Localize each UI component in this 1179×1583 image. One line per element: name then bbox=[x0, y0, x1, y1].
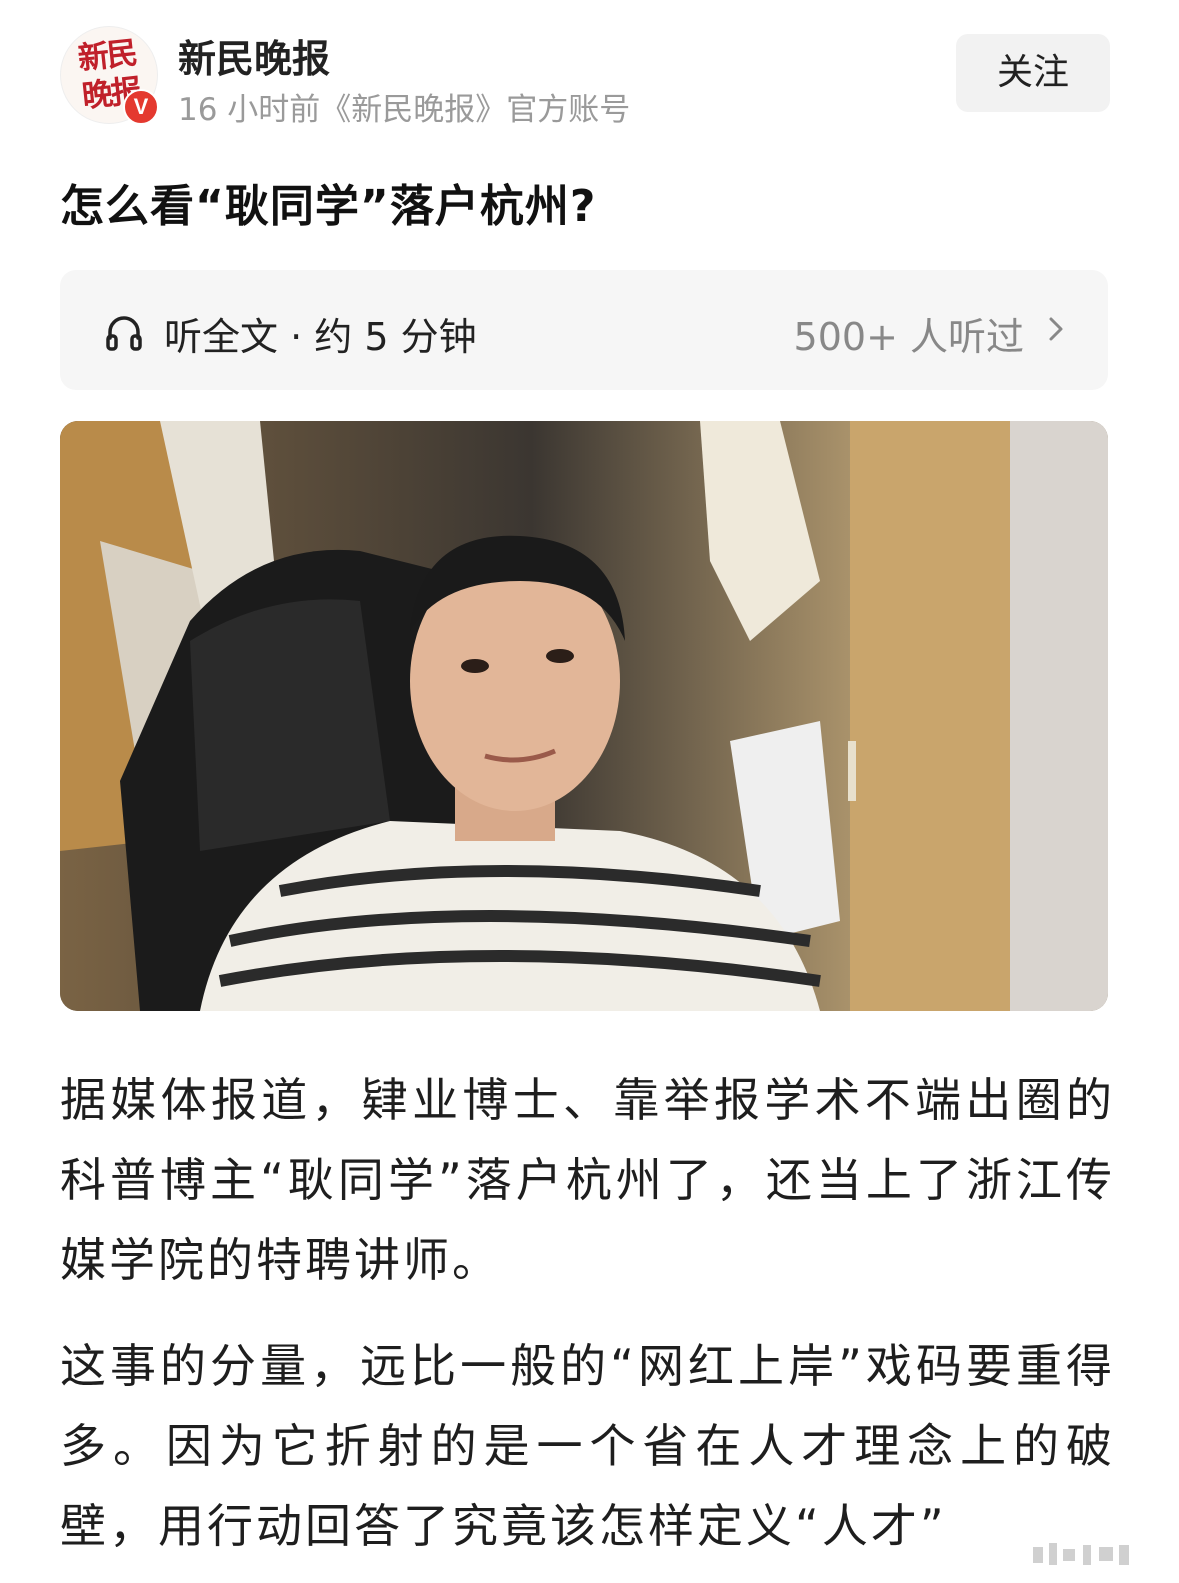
article-title: 怎么看“耿同学”落户杭州? bbox=[60, 181, 597, 232]
listen-full-text-bar[interactable]: 听全文 · 约 5 分钟 500+ 人听过 bbox=[60, 270, 1108, 390]
account-name[interactable]: 新民晚报 bbox=[178, 28, 330, 83]
article-header: 新民 晚报 V 新民晚报 16 小时前《新民晚报》官方账号 关注 bbox=[60, 24, 1110, 128]
listen-label: 听全文 · 约 5 分钟 bbox=[164, 315, 477, 359]
headphones-icon bbox=[106, 316, 142, 351]
article-paragraph-2: 这事的分量，远比一般的“网红上岸”戏码要重得多。因为它折射的是一个省在人才理念上… bbox=[60, 1339, 1115, 1553]
follow-button[interactable]: 关注 bbox=[956, 34, 1110, 112]
account-meta: 16 小时前《新民晚报》官方账号 bbox=[178, 92, 631, 128]
verified-badge-icon: V bbox=[123, 89, 159, 125]
article-paragraph-1: 据媒体报道，肄业博士、靠举报学术不端出圈的科普博主“耿同学”落户杭州了，还当上了… bbox=[60, 1073, 1115, 1287]
watermark-icon bbox=[1023, 1541, 1143, 1569]
account-avatar[interactable]: 新民 晚报 V bbox=[60, 26, 159, 125]
photo-illustration bbox=[60, 421, 1108, 1011]
article-photo[interactable] bbox=[60, 421, 1108, 1011]
listen-count: 500+ 人听过 bbox=[793, 315, 1024, 359]
chevron-right-icon bbox=[1049, 317, 1063, 341]
